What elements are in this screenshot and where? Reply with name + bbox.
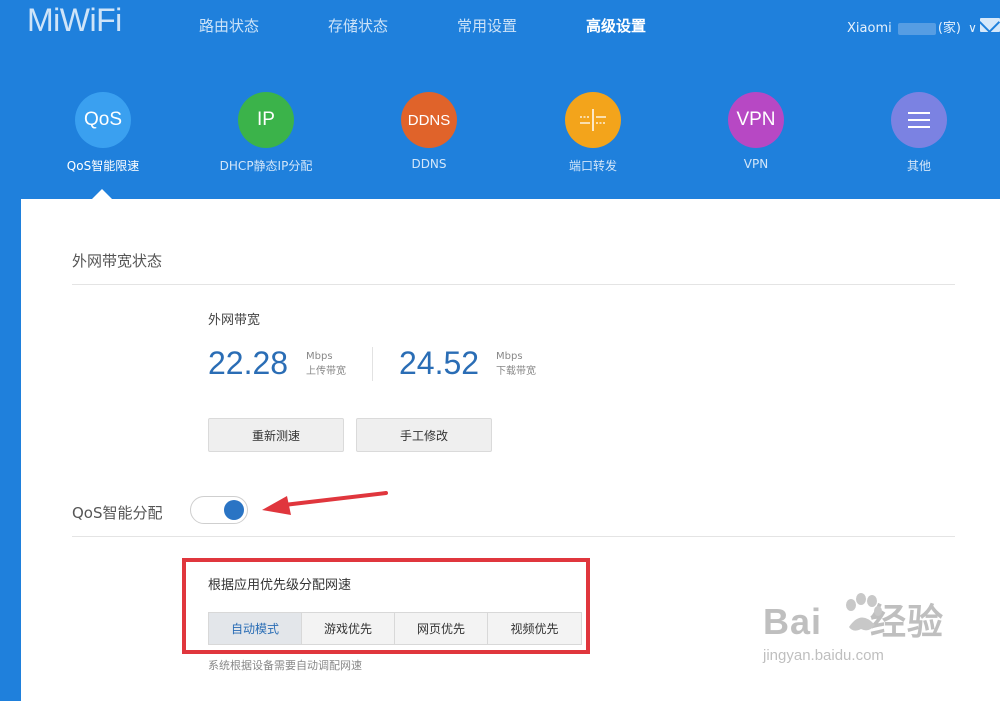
app-ddns-label: DDNS	[411, 157, 447, 171]
app-ddns[interactable]: DDNS DDNS	[374, 92, 484, 171]
vpn-icon: VPN	[728, 92, 784, 148]
mode-web-priority[interactable]: 网页优先	[394, 612, 488, 645]
app-vpn-label: VPN	[743, 157, 769, 171]
download-value: 24.52	[399, 345, 480, 381]
qos-toggle[interactable]	[190, 496, 248, 524]
upload-value: 22.28	[208, 345, 289, 381]
bandwidth-separator	[372, 347, 373, 381]
divider	[72, 284, 955, 285]
baidu-watermark: Bai 经验 jingyan.baidu.com	[763, 593, 944, 664]
mode-game-priority[interactable]: 游戏优先	[301, 612, 395, 645]
app-port-forward[interactable]: 端口转发	[538, 92, 648, 174]
bandwidth-section-title: 外网带宽状态	[72, 252, 163, 270]
blurred-username	[897, 22, 936, 35]
app-dhcp-label: DHCP静态IP分配	[219, 159, 313, 173]
nav-router-status[interactable]: 路由状态	[199, 15, 259, 36]
top-bar: MiWiFi 路由状态 存储状态 常用设置 高级设置 Xiaomi (家) ∨	[0, 0, 1000, 56]
toggle-knob	[224, 500, 244, 520]
priority-title: 根据应用优先级分配网速	[208, 578, 352, 593]
paw-icon	[846, 593, 882, 631]
app-qos-label: QoS智能限速	[66, 159, 140, 173]
app-port-forward-label: 端口转发	[568, 159, 617, 173]
mode-hint: 系统根据设备需要自动调配网速	[208, 659, 362, 672]
app-qos[interactable]: QoS QoS智能限速	[48, 92, 158, 174]
ddns-icon: DDNS	[401, 92, 457, 148]
app-other-label: 其他	[906, 159, 931, 173]
divider	[72, 536, 955, 537]
app-other[interactable]: 其他	[864, 92, 974, 174]
download-label: 下载带宽	[496, 366, 536, 377]
menu-icon	[891, 92, 947, 148]
download-unit: Mbps	[496, 351, 523, 362]
miwifi-logo[interactable]: MiWiFi	[27, 2, 122, 39]
ip-icon: IP	[238, 92, 294, 148]
watermark-url: jingyan.baidu.com	[763, 647, 884, 664]
manual-edit-button[interactable]: 手工修改	[356, 418, 492, 452]
nav-common-settings[interactable]: 常用设置	[457, 15, 517, 36]
user-location: (家)	[937, 21, 962, 36]
port-forward-icon	[565, 92, 621, 148]
upload-unit: Mbps	[306, 351, 333, 362]
app-vpn[interactable]: VPN VPN	[701, 92, 811, 171]
mode-video-priority[interactable]: 视频优先	[487, 612, 582, 645]
mail-icon[interactable]	[980, 18, 1000, 32]
watermark-brand: Bai	[763, 601, 823, 642]
nav-storage-status[interactable]: 存储状态	[328, 15, 388, 36]
qos-icon: QoS	[75, 92, 131, 148]
bandwidth-title: 外网带宽	[208, 313, 261, 328]
mode-auto[interactable]: 自动模式	[208, 612, 302, 645]
qos-section-title: QoS智能分配	[72, 504, 163, 522]
retest-button[interactable]: 重新测速	[208, 418, 344, 452]
app-dhcp-static-ip[interactable]: IP DHCP静态IP分配	[211, 92, 321, 174]
user-name: Xiaomi	[847, 21, 892, 36]
upload-label: 上传带宽	[306, 366, 346, 377]
chevron-down-icon: ∨	[968, 21, 977, 35]
user-menu[interactable]: Xiaomi (家) ∨	[847, 17, 977, 36]
nav-advanced-settings[interactable]: 高级设置	[586, 15, 646, 36]
